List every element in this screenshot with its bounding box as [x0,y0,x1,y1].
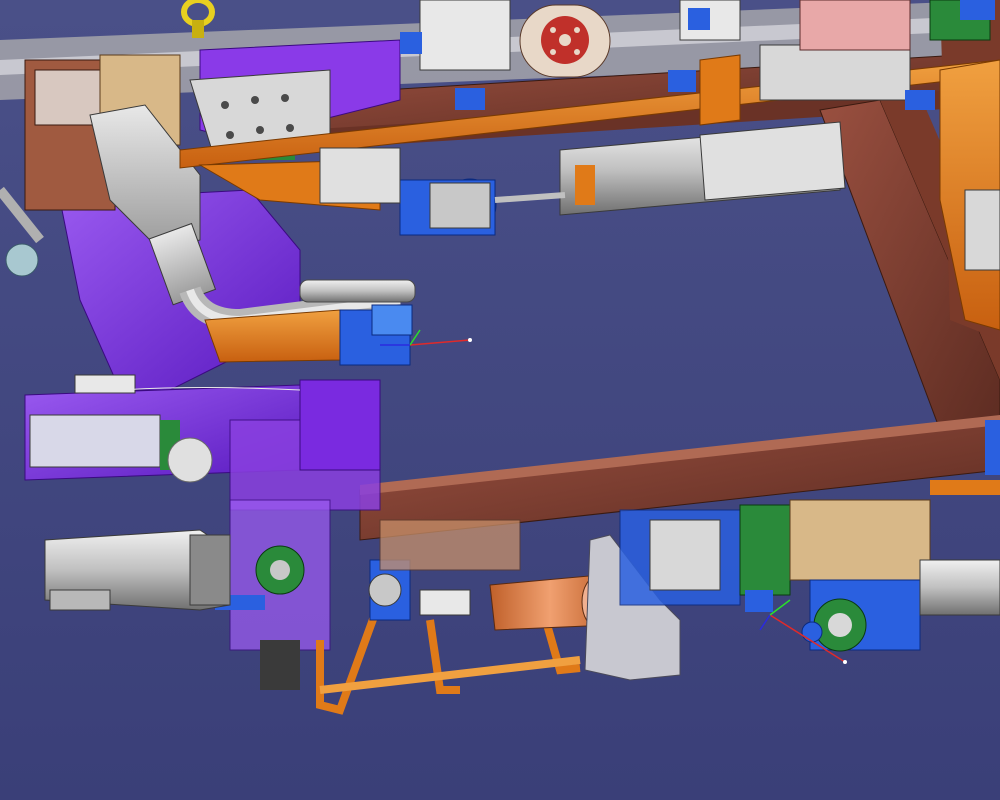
top-rotary-flange[interactable] [519,4,611,78]
lower-left-servo-motor[interactable] [44,529,231,611]
cad-viewport[interactable] [0,0,1000,800]
assembly-3d-scene[interactable] [0,0,1000,800]
